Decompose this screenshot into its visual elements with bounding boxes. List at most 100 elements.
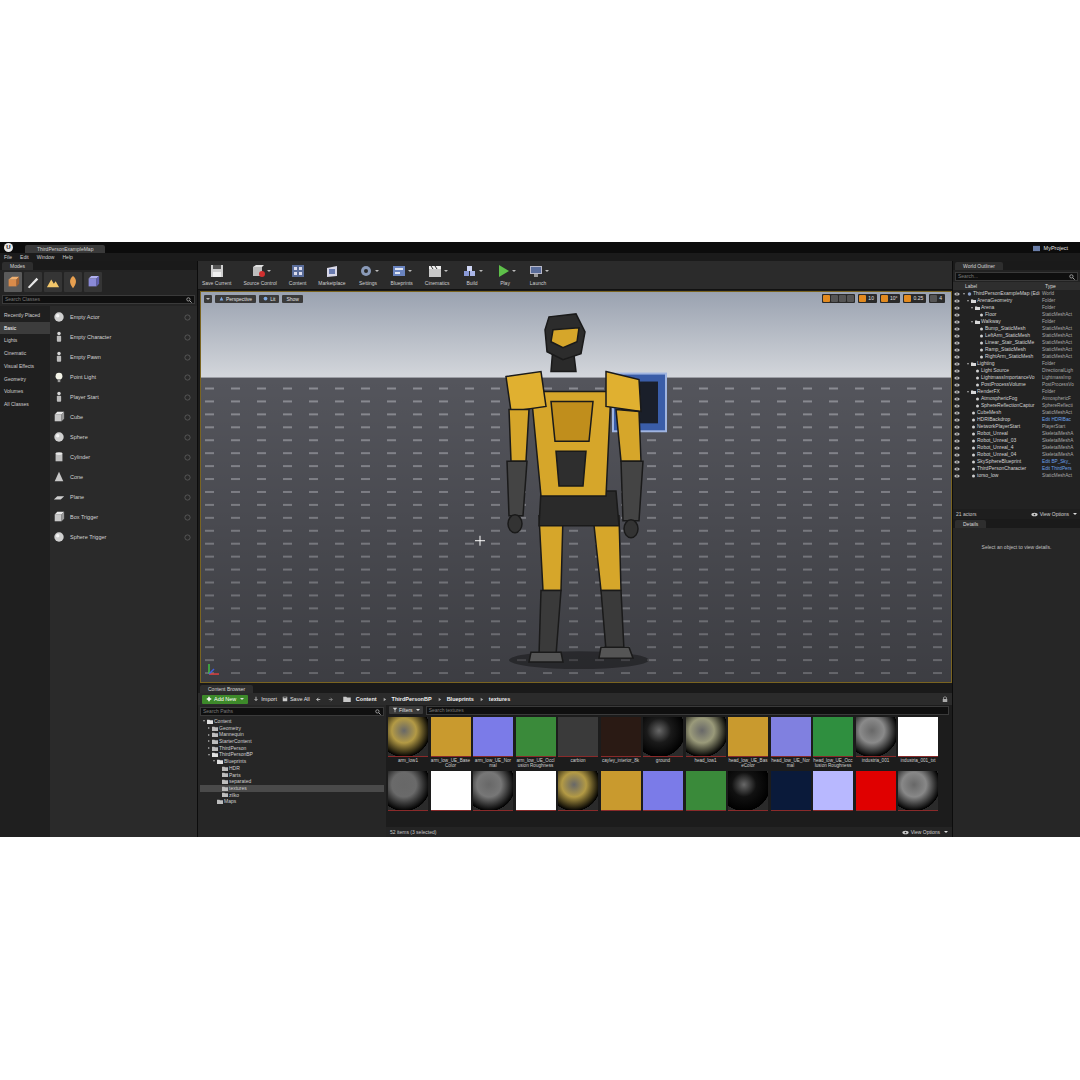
asset-tile[interactable] bbox=[686, 771, 726, 811]
mode-button[interactable] bbox=[4, 272, 22, 292]
outliner-search-field[interactable]: Search... bbox=[955, 272, 1078, 281]
asset-tile[interactable] bbox=[643, 771, 683, 811]
lighting-mode-button[interactable]: Lit bbox=[259, 295, 279, 303]
visibility-eye-icon[interactable] bbox=[954, 390, 960, 394]
outliner-row[interactable]: LeftArm_StaticMeshStaticMeshAct bbox=[953, 332, 1080, 339]
view-options-button[interactable]: View Options bbox=[1031, 511, 1077, 517]
outliner-row[interactable]: FloorStaticMeshAct bbox=[953, 311, 1080, 318]
help-circle-icon[interactable] bbox=[184, 454, 191, 461]
unreal-logo-icon[interactable]: U bbox=[4, 243, 13, 252]
dropdown-caret-icon[interactable] bbox=[479, 270, 483, 272]
mode-button[interactable] bbox=[84, 272, 102, 292]
outliner-row[interactable]: SkySphereBlueprintEdit BP_Sky_ bbox=[953, 458, 1080, 465]
outliner-row[interactable]: CubeMeshStaticMeshAct bbox=[953, 409, 1080, 416]
toolbar-button[interactable]: Marketplace bbox=[318, 264, 345, 286]
expand-arrow-icon[interactable] bbox=[203, 720, 205, 722]
menu-item[interactable]: Help bbox=[62, 253, 72, 261]
visibility-eye-icon[interactable] bbox=[954, 397, 960, 401]
visibility-eye-icon[interactable] bbox=[954, 404, 960, 408]
asset-tile[interactable]: industria_001_txt bbox=[898, 717, 938, 768]
visibility-eye-icon[interactable] bbox=[954, 460, 960, 464]
folder-tree-item[interactable]: Blueprints bbox=[200, 758, 384, 765]
folder-tree-item[interactable]: Maps bbox=[200, 798, 384, 805]
outliner-row[interactable]: Robot_UnrealSkeletalMeshA bbox=[953, 430, 1080, 437]
asset-tile[interactable]: carbion bbox=[558, 717, 598, 768]
rotate-icon[interactable] bbox=[831, 295, 838, 302]
expand-arrow-icon[interactable] bbox=[208, 747, 210, 749]
details-tab[interactable]: Details bbox=[953, 519, 1080, 528]
folder-tree-item[interactable]: StarterContent bbox=[200, 738, 384, 745]
help-circle-icon[interactable] bbox=[184, 474, 191, 481]
breadcrumb-separator-icon[interactable] bbox=[382, 697, 387, 702]
outliner-row[interactable]: LightmassImportanceVoLightmassImp bbox=[953, 374, 1080, 381]
viewport-options-button[interactable] bbox=[204, 295, 212, 303]
help-circle-icon[interactable] bbox=[184, 394, 191, 401]
outliner-row[interactable]: SphereReflectionCapturSphereReflecti bbox=[953, 402, 1080, 409]
snap-toggle-icon[interactable] bbox=[881, 295, 888, 302]
help-circle-icon[interactable] bbox=[184, 514, 191, 521]
visibility-eye-icon[interactable] bbox=[954, 369, 960, 373]
expand-arrow-icon[interactable] bbox=[967, 363, 969, 365]
mode-button[interactable] bbox=[44, 272, 62, 292]
outliner-row[interactable]: RenderFXFolder bbox=[953, 388, 1080, 395]
asset-tile[interactable] bbox=[728, 771, 768, 811]
category-item[interactable]: Lights bbox=[0, 334, 50, 347]
visibility-eye-icon[interactable] bbox=[954, 439, 960, 443]
folder-tree-item[interactable]: Parts bbox=[200, 772, 384, 779]
placeable-item[interactable]: Player Start bbox=[50, 387, 197, 407]
outliner-row[interactable]: Robot_Unreal_04SkeletalMeshA bbox=[953, 451, 1080, 458]
toolbar-button[interactable]: Launch bbox=[528, 264, 549, 286]
visibility-eye-icon[interactable] bbox=[954, 320, 960, 324]
placeable-item[interactable]: Empty Actor bbox=[50, 307, 197, 327]
menu-item[interactable]: Edit bbox=[20, 253, 29, 261]
column-header[interactable]: Type bbox=[1045, 283, 1080, 289]
dropdown-caret-icon[interactable] bbox=[512, 270, 516, 272]
visibility-eye-icon[interactable] bbox=[954, 362, 960, 366]
save-all-button[interactable]: Save All bbox=[282, 695, 310, 704]
placeable-item[interactable]: Cylinder bbox=[50, 447, 197, 467]
toolbar-button[interactable]: Save Current bbox=[202, 264, 231, 286]
asset-tile[interactable] bbox=[771, 771, 811, 811]
asset-tile[interactable]: arm_low_UE_Normal bbox=[473, 717, 513, 768]
asset-tile[interactable] bbox=[601, 771, 641, 811]
view-options-button[interactable]: View Options bbox=[902, 829, 948, 835]
expand-arrow-icon[interactable] bbox=[208, 727, 210, 729]
outliner-row[interactable]: torso_lowStaticMeshAct bbox=[953, 472, 1080, 479]
asset-tile[interactable]: head_low1 bbox=[686, 717, 726, 768]
folder-tree-item[interactable]: ThirdPerson bbox=[200, 745, 384, 752]
toolbar-button[interactable]: Source Control bbox=[243, 264, 276, 286]
visibility-eye-icon[interactable] bbox=[954, 292, 960, 296]
outliner-row[interactable]: Robot_Unreal_4SkeletalMeshA bbox=[953, 444, 1080, 451]
category-item[interactable]: Volumes bbox=[0, 385, 50, 398]
asset-tile[interactable] bbox=[898, 771, 938, 811]
asset-tile[interactable] bbox=[473, 771, 513, 811]
placeable-item[interactable]: Cube bbox=[50, 407, 197, 427]
help-circle-icon[interactable] bbox=[184, 534, 191, 541]
world-outliner-tab[interactable]: World Outliner bbox=[953, 261, 1080, 270]
menu-item[interactable]: File bbox=[4, 253, 12, 261]
folder-tree-item[interactable]: separated bbox=[200, 778, 384, 785]
asset-tile[interactable] bbox=[516, 771, 556, 811]
expand-arrow-icon[interactable] bbox=[971, 307, 973, 309]
mode-button[interactable] bbox=[24, 272, 42, 292]
toolbar-button[interactable]: Settings bbox=[358, 264, 379, 286]
asset-tile[interactable] bbox=[813, 771, 853, 811]
category-item[interactable]: Geometry bbox=[0, 373, 50, 386]
breadcrumb-separator-icon[interactable] bbox=[479, 697, 484, 702]
folder-tree-item[interactable]: textures bbox=[200, 785, 384, 792]
placeable-item[interactable]: Empty Character bbox=[50, 327, 197, 347]
folder-tree-item[interactable]: Geometry bbox=[200, 725, 384, 732]
dropdown-caret-icon[interactable] bbox=[545, 270, 549, 272]
outliner-row[interactable]: ThirdPersonCharacterEdit ThirdPers bbox=[953, 465, 1080, 472]
scene-render[interactable] bbox=[201, 292, 951, 682]
asset-tile[interactable] bbox=[558, 771, 598, 811]
outliner-row[interactable]: Light SourceDirectionalLigh bbox=[953, 367, 1080, 374]
import-button[interactable]: Import bbox=[253, 695, 277, 704]
snap-toggle-icon[interactable] bbox=[930, 295, 937, 302]
visibility-eye-icon[interactable] bbox=[954, 467, 960, 471]
outliner-row[interactable]: Linear_Stair_StaticMeStaticMeshAct bbox=[953, 339, 1080, 346]
asset-tile[interactable]: ground bbox=[643, 717, 683, 768]
breadcrumb[interactable]: Blueprints bbox=[447, 696, 474, 702]
visibility-eye-icon[interactable] bbox=[954, 306, 960, 310]
placeable-item[interactable]: Empty Pawn bbox=[50, 347, 197, 367]
